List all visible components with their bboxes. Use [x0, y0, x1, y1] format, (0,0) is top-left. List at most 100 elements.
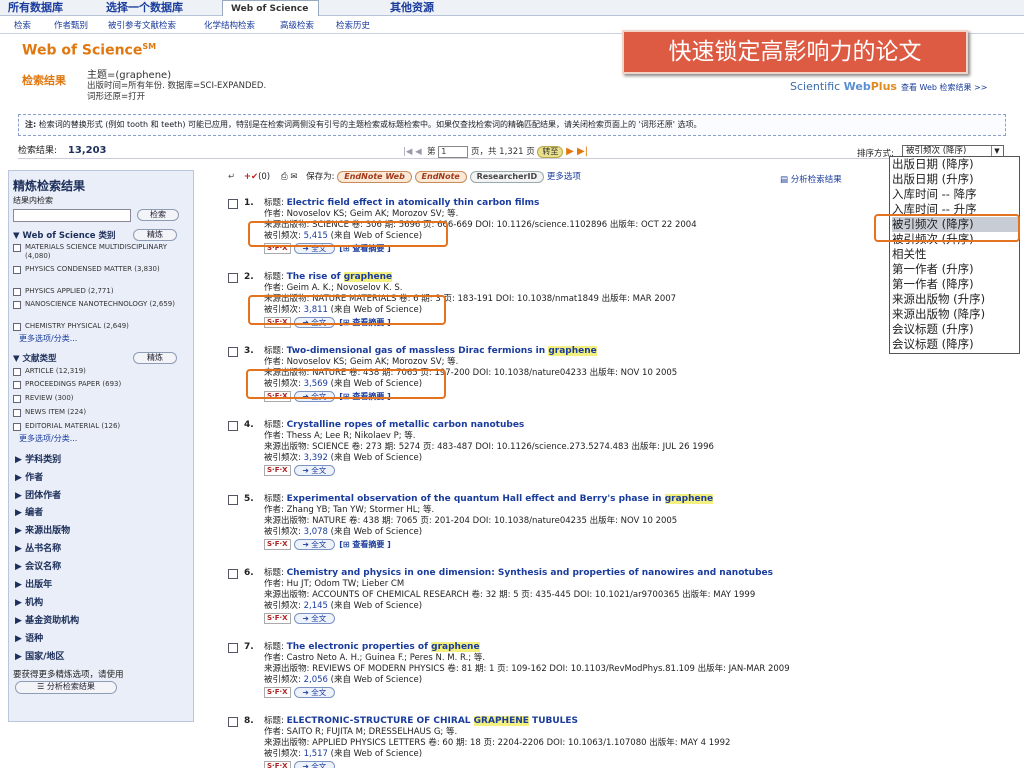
- subnav-advanced-search[interactable]: 高级检索: [280, 19, 314, 31]
- sfx-button[interactable]: S·F·X: [264, 613, 291, 624]
- record-checkbox[interactable]: [228, 495, 238, 505]
- facet-author[interactable]: ▶ 作者: [15, 470, 43, 483]
- facet-institution[interactable]: ▶ 机构: [15, 595, 43, 608]
- sort-option[interactable]: 会议标题 (升序): [892, 322, 1019, 337]
- sfx-button[interactable]: S·F·X: [264, 539, 291, 550]
- sort-option[interactable]: 出版日期 (降序): [892, 157, 1019, 172]
- record-checkbox[interactable]: [228, 199, 238, 209]
- subnav-author-finder[interactable]: 作者甄别: [54, 19, 88, 31]
- sort-option[interactable]: 第一作者 (升序): [892, 262, 1019, 277]
- record-title-link[interactable]: The rise of graphene: [287, 272, 393, 282]
- subnav-search[interactable]: 检索: [14, 19, 31, 31]
- tab-all-databases[interactable]: 所有数据库: [0, 0, 73, 16]
- facet-language[interactable]: ▶ 语种: [15, 631, 43, 644]
- record-title-link[interactable]: Chemistry and physics in one dimension: …: [287, 568, 773, 578]
- record-checkbox[interactable]: [228, 569, 238, 579]
- facet-editor[interactable]: ▶ 编者: [15, 505, 43, 518]
- checkbox[interactable]: [13, 323, 21, 331]
- record-title-link[interactable]: Two-dimensional gas of massless Dirac fe…: [287, 346, 597, 356]
- more-categories-link[interactable]: 更多选项/分类...: [19, 333, 77, 344]
- record-title-link[interactable]: Electric field effect in atomically thin…: [287, 198, 540, 208]
- facet-country[interactable]: ▶ 国家/地区: [15, 649, 64, 662]
- endnote-button[interactable]: EndNote: [414, 170, 467, 183]
- analyze-link[interactable]: ▤ 分析检索结果: [780, 173, 842, 185]
- record-checkbox[interactable]: [228, 347, 238, 357]
- webplus-link[interactable]: 查看 Web 检索结果 >>: [901, 83, 987, 92]
- category-item[interactable]: NANOSCIENCE NANOTECHNOLOGY (2,659): [13, 300, 189, 309]
- checkbox[interactable]: [13, 288, 21, 296]
- times-cited-link[interactable]: 2,145: [304, 601, 328, 611]
- email-icon[interactable]: ✉: [290, 172, 297, 182]
- tab-select-database[interactable]: 选择一个数据库: [98, 0, 193, 16]
- sfx-button[interactable]: S·F·X: [264, 761, 291, 768]
- record-title-link[interactable]: The electronic properties of graphene: [287, 642, 480, 652]
- facet-series[interactable]: ▶ 丛书名称: [15, 541, 61, 554]
- print-icon[interactable]: ⎙: [281, 172, 288, 182]
- checkbox[interactable]: [13, 395, 21, 403]
- checkbox[interactable]: [13, 381, 21, 389]
- doctype-item[interactable]: ARTICLE (12,319): [13, 367, 189, 376]
- times-cited-link[interactable]: 3,078: [304, 527, 328, 537]
- doctype-item[interactable]: REVIEW (300): [13, 394, 189, 403]
- search-within-button[interactable]: 检索: [137, 209, 179, 221]
- full-text-button[interactable]: ➔ 全文: [293, 613, 336, 624]
- category-item[interactable]: MATERIALS SCIENCE MULTIDISCIPLINARY (4,0…: [13, 243, 189, 261]
- times-cited-link[interactable]: 3,392: [304, 453, 328, 463]
- subnav-structure-search[interactable]: 化学结构检索: [204, 19, 255, 31]
- sort-option[interactable]: 相关性: [892, 247, 1019, 262]
- record-checkbox[interactable]: [228, 717, 238, 727]
- full-text-button[interactable]: ➔ 全文: [293, 687, 336, 698]
- wos-category-heading[interactable]: ▼ Web of Science 类别: [13, 229, 116, 241]
- checkbox[interactable]: [13, 244, 21, 252]
- endnote-web-button[interactable]: EndNote Web: [337, 170, 412, 183]
- checkbox[interactable]: [13, 423, 21, 431]
- facet-conference[interactable]: ▶ 会议名称: [15, 559, 61, 572]
- page-input[interactable]: 1: [438, 145, 469, 158]
- doc-type-heading[interactable]: ▼ 文献类型: [13, 352, 57, 364]
- tab-other-resources[interactable]: 其他资源: [382, 0, 444, 16]
- next-page-icon[interactable]: ▶ ▶|: [566, 146, 588, 157]
- tab-web-of-science[interactable]: Web of Science: [222, 0, 320, 16]
- checkbox[interactable]: [13, 409, 21, 417]
- doctype-item[interactable]: EDITORIAL MATERIAL (126): [13, 422, 189, 431]
- subnav-cited-ref-search[interactable]: 被引参考文献检索: [108, 19, 176, 31]
- refine-doctype-button[interactable]: 精炼: [133, 352, 177, 364]
- subnav-search-history[interactable]: 检索历史: [336, 19, 370, 31]
- full-text-button[interactable]: ➔ 全文: [293, 761, 336, 768]
- record-checkbox[interactable]: [228, 421, 238, 431]
- full-text-button[interactable]: ➔ 全文: [293, 539, 336, 550]
- record-checkbox[interactable]: [228, 273, 238, 283]
- sfx-button[interactable]: S·F·X: [264, 465, 291, 476]
- facet-year[interactable]: ▶ 出版年: [15, 577, 52, 590]
- checkbox[interactable]: [13, 301, 21, 309]
- doctype-item[interactable]: NEWS ITEM (224): [13, 408, 189, 417]
- record-title-link[interactable]: Experimental observation of the quantum …: [287, 494, 714, 504]
- record-title-link[interactable]: ELECTRONIC-STRUCTURE OF CHIRAL GRAPHENE …: [287, 716, 578, 726]
- prev-page-icon[interactable]: |◀ ◀: [403, 147, 422, 157]
- times-cited-link[interactable]: 2,056: [304, 675, 328, 685]
- analyze-results-button[interactable]: ☰ 分析检索结果: [15, 681, 117, 694]
- checkmark-add-icon[interactable]: +✔: [244, 172, 258, 182]
- category-item[interactable]: PHYSICS CONDENSED MATTER (3,830): [13, 265, 189, 274]
- sort-option[interactable]: 入库时间 -- 降序: [892, 187, 1019, 202]
- search-within-input[interactable]: [13, 209, 131, 222]
- facet-source[interactable]: ▶ 来源出版物: [15, 523, 70, 536]
- doctype-item[interactable]: PROCEEDINGS PAPER (693): [13, 380, 189, 389]
- category-item[interactable]: PHYSICS APPLIED (2,771): [13, 287, 189, 296]
- sort-option[interactable]: 出版日期 (升序): [892, 172, 1019, 187]
- refine-category-button[interactable]: 精炼: [133, 229, 177, 241]
- go-button[interactable]: 转至: [537, 146, 564, 158]
- more-options-link[interactable]: 更多选项: [547, 172, 581, 182]
- record-checkbox[interactable]: [228, 643, 238, 653]
- category-item[interactable]: CHEMISTRY PHYSICAL (2,649): [13, 322, 189, 331]
- facet-subject[interactable]: ▶ 学科类别: [15, 452, 61, 465]
- full-text-button[interactable]: ➔ 全文: [293, 465, 336, 476]
- record-title-link[interactable]: Crystalline ropes of metallic carbon nan…: [287, 420, 525, 430]
- researcherid-button[interactable]: ResearcherID: [469, 170, 545, 183]
- facet-funding[interactable]: ▶ 基金资助机构: [15, 613, 79, 626]
- facet-group-author[interactable]: ▶ 团体作者: [15, 488, 61, 501]
- more-doctypes-link[interactable]: 更多选项/分类...: [19, 433, 77, 444]
- webplus-logo[interactable]: Scientific WebPlus 查看 Web 检索结果 >>: [790, 80, 987, 93]
- checkbox[interactable]: [13, 266, 21, 274]
- sort-option[interactable]: 来源出版物 (升序): [892, 292, 1019, 307]
